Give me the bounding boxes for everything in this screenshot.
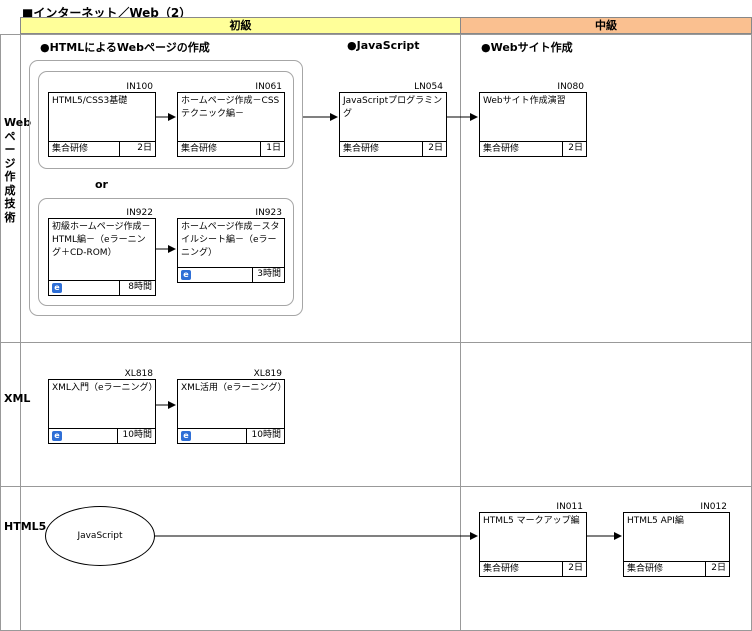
course-code-xl819: XL819: [253, 369, 282, 379]
course-duration: 10時間: [246, 429, 284, 443]
course-duration: 2日: [562, 562, 586, 576]
course-box-in922[interactable]: 初級ホームページ作成－HTML編－（eラーニング＋CD-ROM） e 8時間: [48, 218, 156, 296]
course-duration: 2日: [562, 142, 586, 156]
elearning-icon: e: [52, 431, 62, 441]
course-duration: 2日: [119, 142, 155, 156]
course-duration: 1日: [260, 142, 284, 156]
course-code-in061: IN061: [255, 82, 282, 92]
elearning-icon: e: [181, 431, 191, 441]
course-format: 集合研修: [181, 144, 218, 154]
course-box-in923[interactable]: ホームページ作成－スタイルシート編－（eラーニング） e 3時間: [177, 218, 285, 283]
course-format: 集合研修: [627, 564, 664, 574]
course-format: 集合研修: [483, 564, 520, 574]
course-title: Webサイト作成演習: [483, 96, 566, 106]
course-title: ホームページ作成－スタイルシート編－（eラーニング）: [181, 222, 280, 258]
course-format: 集合研修: [483, 144, 520, 154]
elearning-icon: e: [181, 270, 191, 280]
course-code-ln054: LN054: [414, 82, 443, 92]
course-code-in011: IN011: [556, 502, 583, 512]
course-box-in100[interactable]: HTML5/CSS3基礎 集合研修 2日: [48, 92, 156, 157]
course-code-xl818: XL818: [124, 369, 153, 379]
course-format: 集合研修: [343, 144, 380, 154]
course-title: JavaScriptプログラミング: [343, 96, 443, 119]
course-box-ln054[interactable]: JavaScriptプログラミング 集合研修 2日: [339, 92, 447, 157]
course-box-xl818[interactable]: XML入門（eラーニング） e 10時間: [48, 379, 158, 444]
course-title: HTML5 API編: [627, 516, 684, 526]
course-title: HTML5/CSS3基礎: [52, 96, 128, 106]
course-title: ホームページ作成－CSSテクニック編－: [181, 96, 280, 119]
course-title: XML入門（eラーニング）: [52, 383, 158, 393]
prerequisite-label: JavaScript: [77, 531, 123, 541]
course-box-xl819[interactable]: XML活用（eラーニング） e 10時間: [177, 379, 287, 444]
course-title: XML活用（eラーニング）: [181, 383, 287, 393]
course-box-in012[interactable]: HTML5 API編 集合研修 2日: [623, 512, 730, 577]
course-code-in922: IN922: [126, 208, 153, 218]
course-code-in012: IN012: [700, 502, 727, 512]
course-code-in923: IN923: [255, 208, 282, 218]
course-title: HTML5 マークアップ編: [483, 516, 580, 526]
course-duration: 10時間: [117, 429, 155, 443]
course-duration: 2日: [422, 142, 446, 156]
course-duration: 2日: [705, 562, 729, 576]
course-format: 集合研修: [52, 144, 89, 154]
course-duration: 3時間: [252, 268, 284, 282]
course-box-in011[interactable]: HTML5 マークアップ編 集合研修 2日: [479, 512, 587, 577]
course-box-in061[interactable]: ホームページ作成－CSSテクニック編－ 集合研修 1日: [177, 92, 285, 157]
prerequisite-javascript: JavaScript: [45, 506, 155, 566]
course-box-in080[interactable]: Webサイト作成演習 集合研修 2日: [479, 92, 587, 157]
elearning-icon: e: [52, 283, 62, 293]
course-title: 初級ホームページ作成－HTML編－（eラーニング＋CD-ROM）: [52, 222, 151, 258]
course-code-in080: IN080: [557, 82, 584, 92]
course-duration: 8時間: [119, 281, 155, 295]
course-code-in100: IN100: [126, 82, 153, 92]
